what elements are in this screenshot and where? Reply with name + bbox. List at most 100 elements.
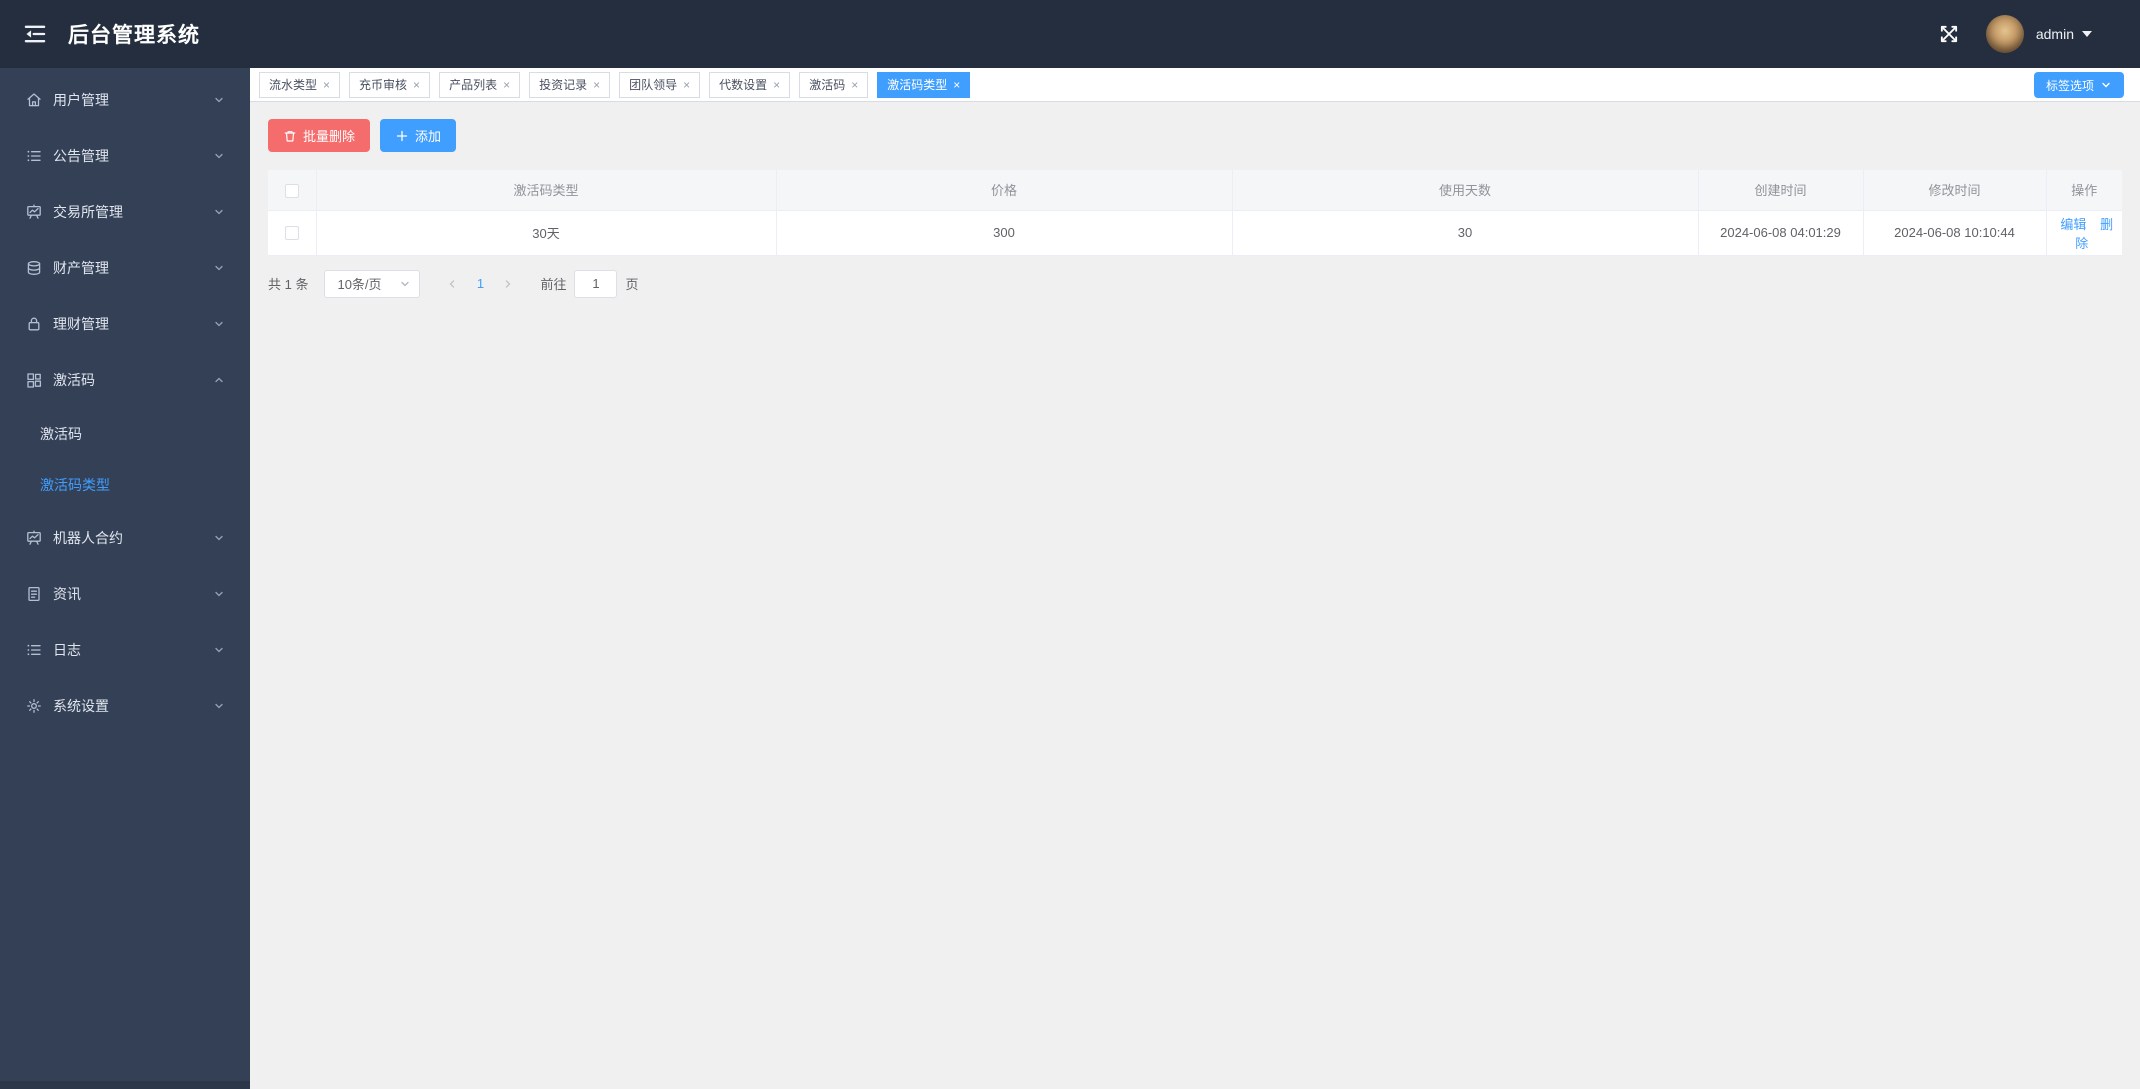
- column-header-modified: 修改时间: [1863, 170, 2047, 211]
- page-title: 后台管理系统: [68, 24, 200, 47]
- chevron-down-icon: [213, 318, 225, 330]
- tab-generation-settings[interactable]: 代数设置 ×: [709, 71, 791, 98]
- column-header-created: 创建时间: [1698, 170, 1864, 211]
- sidebar-item-exchange-management[interactable]: 交易所管理: [0, 184, 250, 240]
- tab-label: 流水类型: [269, 78, 318, 92]
- activation-code-type-table: 激活码类型 价格 使用天数 创建时间 修改时间 操作 30天 300 30 20…: [268, 170, 2122, 256]
- batch-delete-button[interactable]: 批量删除: [268, 119, 371, 152]
- list-icon: [25, 147, 43, 165]
- tab-flow-type[interactable]: 流水类型 ×: [259, 71, 341, 98]
- chevron-down-icon: [213, 644, 225, 656]
- tab-activation-code-type[interactable]: 激活码类型 ×: [877, 71, 971, 98]
- sidebar-item-wealth-management[interactable]: 理财管理: [0, 296, 250, 352]
- sidebar-item-label: 资讯: [53, 586, 81, 602]
- username-label: admin: [2035, 26, 2074, 42]
- select-all-checkbox[interactable]: [284, 183, 299, 198]
- sidebar-item-announcement-management[interactable]: 公告管理: [0, 128, 250, 184]
- presentation-board-icon: [25, 203, 43, 221]
- page-size-select[interactable]: 10条/页: [324, 269, 421, 298]
- cell-type: 30天: [316, 210, 777, 256]
- chevron-down-icon: [213, 206, 225, 218]
- tab-deposit-review[interactable]: 充币审核 ×: [349, 71, 431, 98]
- page-number-1[interactable]: 1: [466, 270, 494, 298]
- tab-investment-records[interactable]: 投资记录 ×: [529, 71, 611, 98]
- user-menu[interactable]: admin: [2036, 26, 2092, 42]
- sidebar-item-user-management[interactable]: 用户管理: [0, 72, 250, 128]
- total-count-label: 共 1 条: [268, 277, 309, 292]
- sidebar-item-property-management[interactable]: 财产管理: [0, 240, 250, 296]
- open-tabs-bar: 流水类型 × 充币审核 × 产品列表 × 投资记录 × 团队领导 × 代数设置 …: [250, 68, 2140, 102]
- close-icon[interactable]: ×: [413, 79, 420, 91]
- sidebar-bottom-strip: [0, 1081, 250, 1089]
- sidebar-subitem-activation-code[interactable]: 激活码: [0, 408, 250, 459]
- main-content: 批量删除 添加 激活码类型 价格 使用天数 创建时间 修改时间 操作 30天 3…: [250, 103, 2140, 1089]
- pagination: 共 1 条 10条/页 1 前往 页: [268, 269, 2122, 298]
- close-icon[interactable]: ×: [593, 79, 600, 91]
- user-caret-down-icon: [2082, 31, 2092, 37]
- tab-activation-code[interactable]: 激活码 ×: [799, 71, 869, 98]
- sidebar-item-label: 机器人合约: [53, 530, 123, 546]
- activation-code-submenu: 激活码 激活码类型: [0, 408, 250, 510]
- header-right: admin: [1938, 15, 2140, 53]
- sidebar-item-activation-code[interactable]: 激活码: [0, 352, 250, 408]
- chevron-down-icon: [213, 150, 225, 162]
- next-page-icon[interactable]: [494, 270, 522, 298]
- tab-label: 投资记录: [539, 78, 588, 92]
- toolbar: 批量删除 添加: [268, 119, 2122, 152]
- sidebar-item-logs[interactable]: 日志: [0, 622, 250, 678]
- sidebar-item-robot-contract[interactable]: 机器人合约: [0, 510, 250, 566]
- user-avatar[interactable]: [1985, 15, 2024, 53]
- close-icon[interactable]: ×: [851, 79, 858, 91]
- sidebar-item-system-settings[interactable]: 系统设置: [0, 678, 250, 734]
- pager: 1: [438, 270, 522, 298]
- home-icon: [25, 91, 43, 109]
- prev-page-icon[interactable]: [438, 270, 466, 298]
- tag-options-button[interactable]: 标签选项: [2033, 72, 2124, 98]
- close-icon[interactable]: ×: [683, 79, 690, 91]
- chevron-down-icon: [2100, 79, 2112, 91]
- table-header-row: 激活码类型 价格 使用天数 创建时间 修改时间 操作: [268, 170, 2122, 211]
- sidebar-item-news[interactable]: 资讯: [0, 566, 250, 622]
- chevron-down-icon: [213, 588, 225, 600]
- add-label: 添加: [415, 129, 442, 144]
- cell-price: 300: [776, 210, 1233, 256]
- close-icon[interactable]: ×: [503, 79, 510, 91]
- add-button[interactable]: 添加: [380, 119, 457, 152]
- goto-page-input[interactable]: [574, 269, 618, 298]
- column-header-days: 使用天数: [1232, 170, 1699, 211]
- top-header: 后台管理系统 admin: [0, 0, 2140, 68]
- plus-icon: [395, 129, 409, 143]
- cell-created: 2024-06-08 04:01:29: [1698, 210, 1864, 256]
- close-icon[interactable]: ×: [953, 79, 960, 91]
- row-checkbox[interactable]: [284, 226, 299, 241]
- tab-label: 团队领导: [629, 78, 678, 92]
- goto-page: 前往 页: [540, 269, 639, 298]
- tab-label: 代数设置: [719, 78, 768, 92]
- column-header-type: 激活码类型: [316, 170, 777, 211]
- close-icon[interactable]: ×: [323, 79, 330, 91]
- collapse-sidebar-icon[interactable]: [22, 21, 48, 47]
- sidebar-item-label: 交易所管理: [53, 204, 123, 220]
- table-row: 30天 300 30 2024-06-08 04:01:29 2024-06-0…: [268, 210, 2122, 256]
- grid-icon: [25, 371, 43, 389]
- tab-product-list[interactable]: 产品列表 ×: [439, 71, 521, 98]
- close-icon[interactable]: ×: [773, 79, 780, 91]
- chevron-up-icon: [213, 374, 225, 386]
- goto-label: 前往: [540, 277, 567, 292]
- column-header-price: 价格: [776, 170, 1233, 211]
- chevron-down-icon: [399, 278, 411, 290]
- list-icon: [25, 641, 43, 659]
- tab-label: 充币审核: [359, 78, 408, 92]
- page-unit-label: 页: [625, 277, 639, 292]
- sidebar-item-label: 财产管理: [53, 260, 109, 276]
- trash-icon: [283, 129, 297, 143]
- batch-delete-label: 批量删除: [303, 129, 356, 144]
- sidebar-item-label: 系统设置: [53, 698, 109, 714]
- presentation-board-icon: [25, 529, 43, 547]
- fullscreen-icon[interactable]: [1938, 23, 1960, 45]
- gear-icon: [25, 697, 43, 715]
- edit-link[interactable]: 编辑: [2060, 217, 2086, 232]
- tab-team-leader[interactable]: 团队领导 ×: [619, 71, 701, 98]
- sidebar-item-label: 公告管理: [53, 148, 109, 164]
- sidebar-subitem-activation-code-type[interactable]: 激活码类型: [0, 459, 250, 510]
